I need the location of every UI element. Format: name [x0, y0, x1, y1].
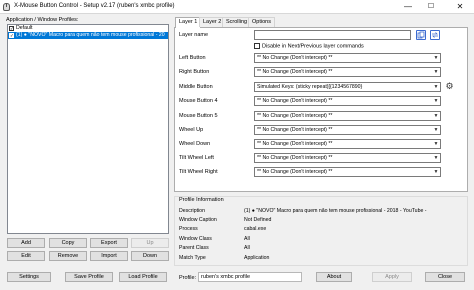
- profile-info-title: Profile Information: [179, 197, 226, 203]
- left-button-value: ** No Change (Don't intercept) **: [257, 55, 333, 61]
- chevron-down-icon: ▼: [433, 55, 439, 61]
- mouse-button-4-label: Mouse Button 4: [179, 98, 218, 104]
- chevron-down-icon: ▼: [433, 141, 439, 147]
- chevron-down-icon: ▼: [433, 155, 439, 161]
- mouse-button-4-value: ** No Change (Don't intercept) **: [257, 98, 333, 104]
- chevron-down-icon: ▼: [433, 69, 439, 75]
- chevron-down-icon: ▼: [433, 169, 439, 175]
- mouse-button-5-label: Mouse Button 5: [179, 113, 218, 119]
- save-profile-button[interactable]: Save Profile: [65, 272, 113, 282]
- mouse-button-5-value: ** No Change (Don't intercept) **: [257, 113, 333, 119]
- profile-list[interactable]: ✓ Default ✓ (1) ● "NOVO" Macro para quem…: [7, 24, 169, 234]
- tilt-wheel-left-select[interactable]: ** No Change (Don't intercept) ** ▼: [254, 153, 441, 163]
- remove-button[interactable]: Remove: [49, 251, 87, 261]
- right-button-select[interactable]: ** No Change (Don't intercept) ** ▼: [254, 67, 441, 77]
- profile-info-group: [174, 196, 468, 266]
- mouse-button-5-select[interactable]: ** No Change (Don't intercept) ** ▼: [254, 111, 441, 121]
- up-button[interactable]: Up: [131, 238, 169, 248]
- tab-scrolling[interactable]: Scrolling: [222, 17, 252, 27]
- mouse-icon: [3, 3, 10, 11]
- parent-class-label: Parent Class: [179, 245, 209, 251]
- wheel-down-label: Wheel Down: [179, 141, 211, 147]
- window-caption-value: Not Defined: [244, 217, 272, 223]
- match-type-value: Application: [244, 255, 270, 261]
- right-button-label: Right Button: [179, 69, 210, 75]
- description-value: (1) ● "NOVO" Macro para quem não tem mou…: [244, 208, 427, 214]
- process-label: Process: [179, 226, 198, 232]
- window-class-label: Window Class: [179, 236, 212, 242]
- right-button-value: ** No Change (Don't intercept) **: [257, 69, 333, 75]
- profile-item-default[interactable]: ✓ Default: [8, 25, 168, 32]
- match-type-label: Match Type: [179, 255, 206, 261]
- maximize-button[interactable]: ☐: [420, 0, 442, 14]
- tab-layer-1[interactable]: Layer 1: [175, 17, 202, 28]
- left-button-label: Left Button: [179, 55, 206, 61]
- wheel-down-select[interactable]: ** No Change (Don't intercept) ** ▼: [254, 139, 441, 149]
- profile-status-label: Profile:: [179, 275, 197, 281]
- export-button[interactable]: Export: [90, 238, 128, 248]
- copy-button[interactable]: Copy: [49, 238, 87, 248]
- wheel-up-select[interactable]: ** No Change (Don't intercept) ** ▼: [254, 125, 441, 135]
- disable-layer-label: Disable in Next/Previous layer commands: [262, 43, 364, 50]
- wheel-down-value: ** No Change (Don't intercept) **: [257, 141, 333, 147]
- gear-icon[interactable]: ⚙: [445, 82, 454, 91]
- checkbox-box[interactable]: [254, 43, 260, 49]
- process-value: cabal.exe: [244, 226, 267, 232]
- about-button[interactable]: About: [316, 272, 352, 282]
- tilt-wheel-left-label: Tilt Wheel Left: [179, 155, 214, 161]
- profile-item-novo-macro[interactable]: ✓ (1) ● "NOVO" Macro para quem não tem m…: [8, 32, 168, 39]
- profile-status-field: ruben's xmbc profile: [198, 272, 302, 282]
- chevron-down-icon: ▼: [433, 98, 439, 104]
- layer-swap-icon[interactable]: [430, 30, 440, 40]
- layer-copy-icon[interactable]: [416, 30, 426, 40]
- load-profile-button[interactable]: Load Profile: [119, 272, 167, 282]
- layer-name-input[interactable]: [254, 30, 411, 40]
- settings-button[interactable]: Settings: [7, 272, 51, 282]
- close-button[interactable]: Close: [425, 272, 465, 282]
- mouse-button-4-select[interactable]: ** No Change (Don't intercept) ** ▼: [254, 96, 441, 106]
- tilt-wheel-right-label: Tilt Wheel Right: [179, 169, 218, 175]
- layer-name-label: Layer name: [179, 32, 209, 38]
- profiles-caption: Application / Window Profiles:: [6, 17, 79, 23]
- title-bar: X-Mouse Button Control - Setup v2.17 (ru…: [0, 0, 474, 14]
- edit-button[interactable]: Edit: [7, 251, 45, 261]
- wheel-up-label: Wheel Up: [179, 127, 204, 133]
- middle-button-select[interactable]: Simulated Keys: (sticky repeat)[{1234567…: [254, 82, 441, 92]
- add-button[interactable]: Add: [7, 238, 45, 248]
- profile-label: (1) ● "NOVO" Macro para quem não tem mou…: [16, 32, 165, 38]
- description-label: Description: [179, 208, 205, 214]
- minimize-button[interactable]: —: [397, 0, 419, 14]
- wheel-up-value: ** No Change (Don't intercept) **: [257, 127, 333, 133]
- window-title: X-Mouse Button Control - Setup v2.17 (ru…: [14, 3, 175, 9]
- chevron-down-icon: ▼: [433, 84, 439, 90]
- close-window-button[interactable]: ✕: [446, 0, 474, 14]
- window-caption-label: Window Caption: [179, 217, 217, 223]
- disable-layer-checkbox[interactable]: Disable in Next/Previous layer commands: [254, 43, 364, 50]
- parent-class-value: All: [244, 245, 250, 251]
- profile-checkbox[interactable]: ✓: [9, 33, 14, 38]
- chevron-down-icon: ▼: [433, 113, 439, 119]
- left-button-select[interactable]: ** No Change (Don't intercept) ** ▼: [254, 53, 441, 63]
- tab-options[interactable]: Options: [248, 17, 275, 27]
- chevron-down-icon: ▼: [433, 127, 439, 133]
- window-class-value: All: [244, 236, 250, 242]
- tilt-wheel-right-value: ** No Change (Don't intercept) **: [257, 169, 333, 175]
- middle-button-value: Simulated Keys: (sticky repeat)[{1234567…: [257, 84, 363, 90]
- tilt-wheel-left-value: ** No Change (Don't intercept) **: [257, 155, 333, 161]
- middle-button-label: Middle Button: [179, 84, 213, 90]
- profile-checkbox[interactable]: ✓: [9, 26, 14, 31]
- down-button[interactable]: Down: [131, 251, 169, 261]
- apply-button[interactable]: Apply: [372, 272, 412, 282]
- profile-label: Default: [16, 25, 33, 31]
- tilt-wheel-right-select[interactable]: ** No Change (Don't intercept) ** ▼: [254, 167, 441, 177]
- import-button[interactable]: Import: [90, 251, 128, 261]
